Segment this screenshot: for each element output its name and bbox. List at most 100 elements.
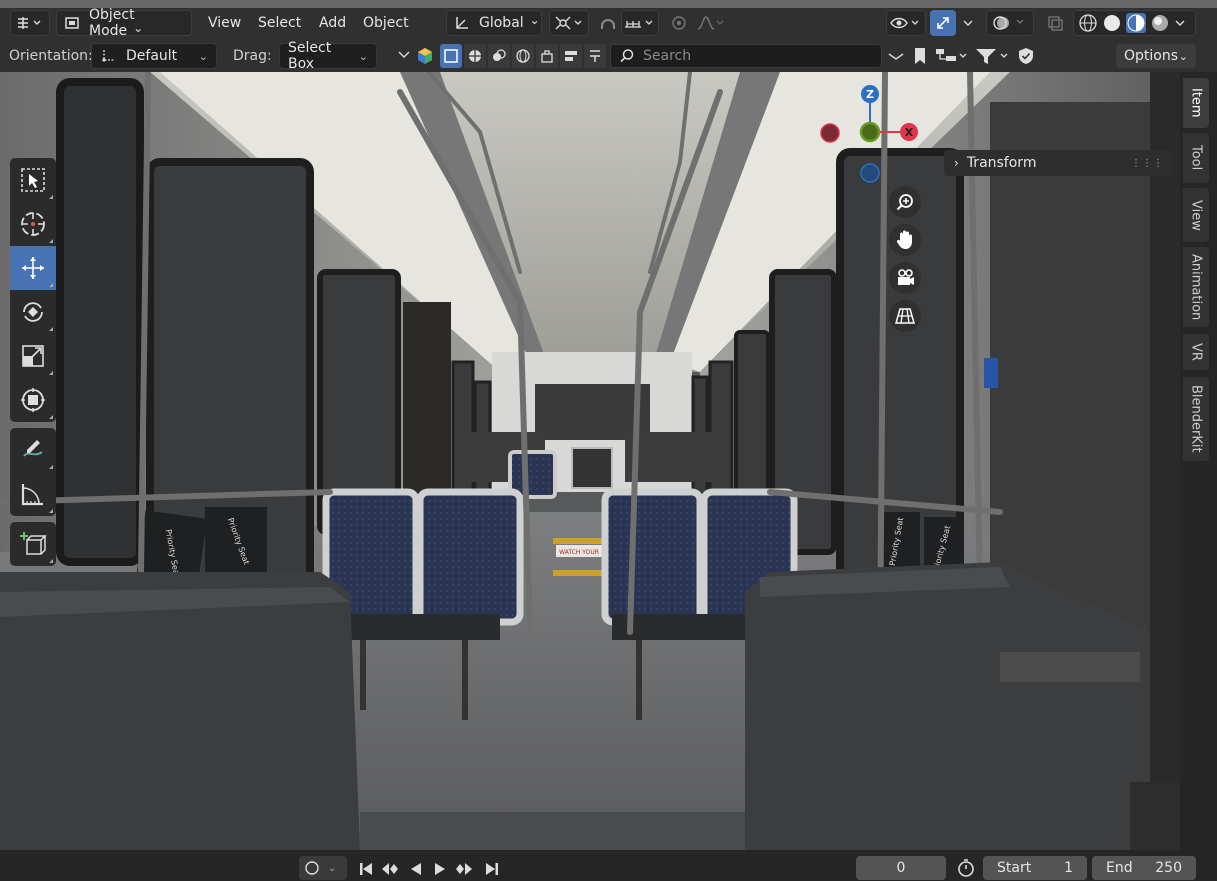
transform-panel-title: Transform [966, 155, 1037, 171]
orientation-label: Orientation: [9, 48, 93, 64]
next-keyframe-icon [454, 861, 474, 877]
jump-prev-keyframe-button[interactable] [378, 859, 402, 879]
bookmark-icon[interactable] [912, 46, 928, 66]
drag-handle-icon[interactable]: ⋮⋮⋮ [1131, 158, 1164, 169]
material-preview-shading-icon[interactable] [1126, 13, 1146, 33]
end-frame-label: End [1106, 860, 1133, 876]
tool-scale[interactable] [10, 334, 56, 378]
current-frame-field[interactable]: 0 [856, 856, 946, 880]
visibility-dropdown[interactable] [886, 10, 926, 36]
transform-panel-header[interactable]: › Transform ⋮⋮⋮ [944, 150, 1172, 176]
selection-mode-group [440, 44, 606, 68]
search-input[interactable] [643, 48, 863, 64]
tool-cursor[interactable] [10, 202, 56, 246]
overlays-icon [990, 14, 1030, 32]
start-frame-field[interactable]: Start 1 [983, 856, 1087, 880]
tab-animation[interactable]: Animation [1183, 247, 1209, 327]
select-box-icon [19, 166, 47, 194]
proportional-editing-toggle[interactable] [668, 10, 690, 36]
tool-annotate[interactable] [10, 428, 56, 472]
end-frame-field[interactable]: End 250 [1092, 856, 1196, 880]
play-reverse-icon [408, 861, 424, 877]
jump-next-keyframe-button[interactable] [452, 859, 476, 879]
search-field[interactable] [610, 44, 882, 68]
stopwatch-icon[interactable] [956, 858, 976, 878]
snap-toggle[interactable] [596, 10, 620, 36]
editor-type-button[interactable] [10, 10, 50, 36]
camera-view-button[interactable] [889, 262, 921, 294]
jump-to-start-button[interactable] [354, 859, 378, 879]
bus-interior-render: WATCH YOUR Priority Seat Priority Seat P… [0, 72, 1180, 850]
move-icon [19, 254, 47, 282]
chevron-right-icon: › [954, 156, 959, 170]
menu-object[interactable]: Object [355, 10, 417, 36]
solid-shading-icon[interactable] [1102, 13, 1122, 33]
shield-icon[interactable] [1016, 46, 1036, 66]
collapse-chevron-icon[interactable] [886, 48, 906, 64]
select-dropdown-chevron-icon[interactable] [397, 48, 411, 62]
drag-value: Select Box [288, 40, 332, 72]
tool-transform[interactable] [10, 378, 56, 422]
tab-tool-label: Tool [1188, 145, 1204, 171]
select-set-icon [443, 48, 459, 64]
tool-select-box[interactable] [10, 158, 56, 202]
tool-rotate[interactable] [10, 290, 56, 334]
menu-view[interactable]: View [200, 10, 249, 36]
gizmo-dropdown[interactable] [956, 10, 980, 36]
play-icon [432, 861, 448, 877]
overlays-dropdown[interactable] [986, 10, 1034, 36]
drag-dropdown[interactable]: Select Box ⌄ [279, 40, 377, 72]
jump-to-end-button[interactable] [480, 859, 504, 879]
shading-options-chevron-icon[interactable] [1174, 18, 1186, 28]
transform-orientation-dropdown[interactable]: Global [446, 10, 542, 36]
tab-tool[interactable]: Tool [1183, 133, 1209, 183]
scale-icon [19, 342, 47, 370]
jump-end-icon [484, 861, 500, 877]
tab-blenderkit-label: BlenderKit [1188, 385, 1204, 453]
filter-icon[interactable] [974, 46, 1014, 66]
gizmo-toggle[interactable] [930, 10, 956, 36]
chevron-down-icon: ⌄ [328, 862, 337, 874]
3d-viewport[interactable]: WATCH YOUR Priority Seat Priority Seat P… [0, 72, 1180, 850]
perspective-toggle-button[interactable] [889, 300, 921, 332]
proportional-editing-icon [670, 14, 688, 32]
orientation-dropdown[interactable]: Default ⌄ [91, 43, 217, 69]
select-mode-difference-button[interactable] [560, 44, 582, 68]
tool-measure[interactable] [10, 472, 56, 516]
options-dropdown[interactable]: Options ⌄ [1116, 44, 1196, 68]
select-mode-invert-button[interactable] [512, 44, 534, 68]
xray-toggle[interactable] [1042, 10, 1068, 36]
select-mode-extra-button[interactable] [584, 44, 606, 68]
select-mode-intersect-button[interactable] [536, 44, 558, 68]
tab-vr[interactable]: VR [1183, 334, 1209, 370]
play-reverse-button[interactable] [404, 859, 428, 879]
menu-select[interactable]: Select [250, 10, 309, 36]
mode-dropdown[interactable]: Object Mode [56, 7, 192, 39]
color-palette-icon[interactable] [415, 46, 435, 66]
snap-target-dropdown[interactable] [621, 10, 659, 36]
pivot-point-button[interactable] [549, 10, 589, 36]
end-frame-value: 250 [1155, 860, 1182, 876]
select-mode-extend-button[interactable] [464, 44, 486, 68]
measure-ruler-icon [19, 480, 47, 508]
tab-blenderkit[interactable]: BlenderKit [1183, 377, 1209, 461]
pan-button[interactable] [889, 224, 921, 256]
proportional-falloff-dropdown[interactable] [694, 10, 728, 36]
tool-add-cube[interactable] [10, 522, 56, 566]
wireframe-shading-icon[interactable] [1078, 13, 1098, 33]
gizmo-icon [934, 14, 952, 32]
tab-item[interactable]: Item [1183, 78, 1209, 128]
rendered-shading-icon[interactable] [1150, 13, 1170, 33]
snap-increment-icon [623, 15, 657, 31]
tab-view[interactable]: View [1183, 188, 1209, 242]
cursor-icon [19, 210, 47, 238]
tool-move[interactable] [10, 246, 56, 290]
navigation-gizmo[interactable]: Z X [815, 80, 925, 190]
select-mode-subtract-button[interactable] [488, 44, 510, 68]
hierarchy-icon[interactable] [934, 46, 970, 66]
select-mode-set-button[interactable] [440, 44, 462, 68]
zoom-button[interactable] [889, 186, 921, 218]
play-button[interactable] [428, 859, 452, 879]
menu-add[interactable]: Add [311, 10, 354, 36]
keying-dropdown[interactable]: ⌄ [299, 856, 347, 880]
